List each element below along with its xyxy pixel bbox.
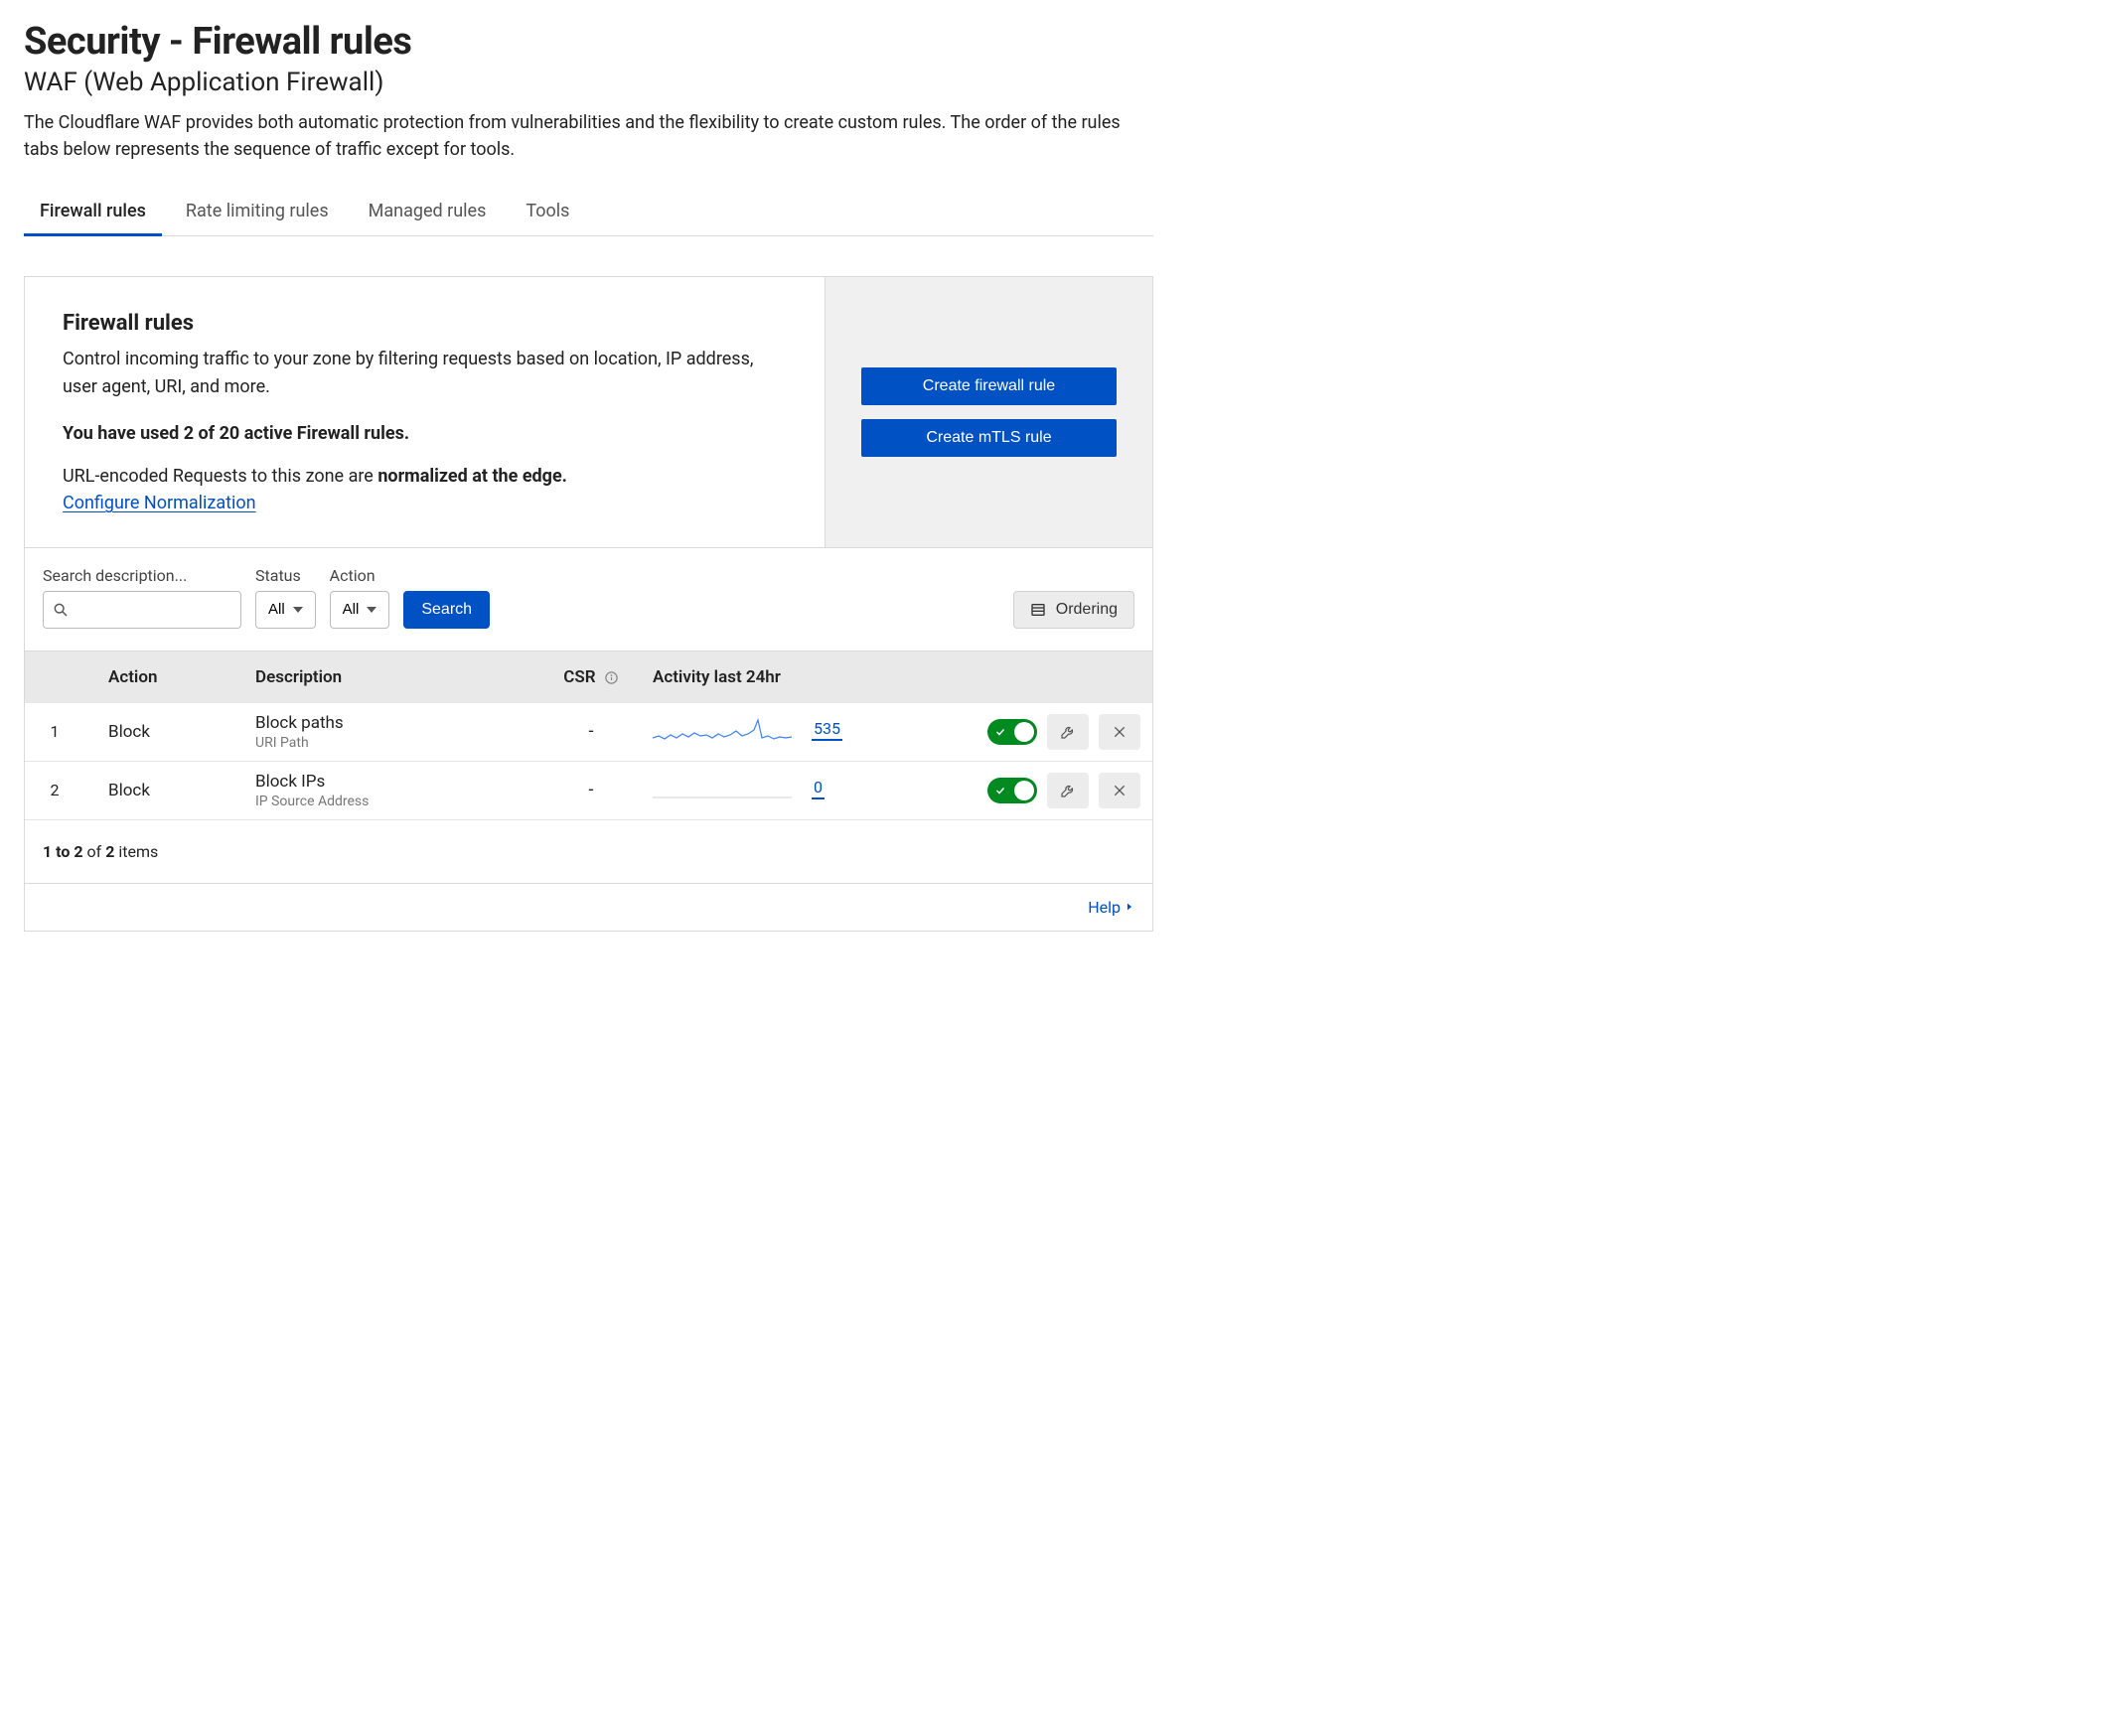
ordering-label: Ordering <box>1056 601 1118 619</box>
status-select[interactable]: All <box>255 591 316 629</box>
panel-intro: Control incoming traffic to your zone by… <box>63 346 787 401</box>
info-icon[interactable] <box>604 670 619 685</box>
create-mtls-rule-button[interactable]: Create mTLS rule <box>861 419 1117 457</box>
search-icon <box>53 602 69 618</box>
delete-rule-button[interactable] <box>1099 773 1140 808</box>
col-csr-label: CSR <box>563 667 595 687</box>
activity-count-link[interactable]: 535 <box>812 719 842 741</box>
tab-bar: Firewall rules Rate limiting rules Manag… <box>24 191 1153 236</box>
tab-rate-limiting-rules[interactable]: Rate limiting rules <box>186 191 329 235</box>
col-description: Description <box>243 651 541 703</box>
firewall-rules-card: Firewall rules Control incoming traffic … <box>24 276 1153 932</box>
row-action: Block <box>84 761 243 819</box>
row-desc-sub: IP Source Address <box>255 794 529 809</box>
close-icon <box>1112 783 1128 798</box>
ordering-button[interactable]: Ordering <box>1013 591 1134 629</box>
normalization-line: URL-encoded Requests to this zone are no… <box>63 466 787 487</box>
action-label: Action <box>330 566 390 585</box>
chevron-down-icon <box>293 607 303 613</box>
action-select[interactable]: All <box>330 591 390 629</box>
help-label: Help <box>1088 898 1121 917</box>
chevron-down-icon <box>367 607 376 613</box>
col-csr: CSR <box>541 651 641 703</box>
enable-toggle[interactable] <box>987 719 1037 745</box>
wrench-icon <box>1059 723 1077 741</box>
search-input[interactable] <box>43 591 241 629</box>
row-action: Block <box>84 703 243 762</box>
delete-rule-button[interactable] <box>1099 714 1140 750</box>
usage-line: You have used 2 of 20 active Firewall ru… <box>63 423 787 444</box>
row-desc-title: Block IPs <box>255 772 529 792</box>
configure-normalization-link[interactable]: Configure Normalization <box>63 493 256 513</box>
row-index: 1 <box>25 703 84 762</box>
check-icon <box>994 785 1006 796</box>
page-description: The Cloudflare WAF provides both automat… <box>24 109 1153 163</box>
row-desc-title: Block paths <box>255 713 529 733</box>
enable-toggle[interactable] <box>987 778 1037 803</box>
sparkline-icon <box>653 775 792 802</box>
chevron-right-icon <box>1125 901 1134 913</box>
col-action: Action <box>84 651 243 703</box>
action-value: All <box>343 601 360 618</box>
pagination-summary: 1 to 2 of 2 items <box>43 842 158 861</box>
table-row: 1 Block Block paths URI Path - 535 <box>25 703 1152 762</box>
tab-managed-rules[interactable]: Managed rules <box>369 191 487 235</box>
normalization-bold: normalized at the edge. <box>377 466 567 487</box>
edit-rule-button[interactable] <box>1047 714 1089 750</box>
activity-count-link[interactable]: 0 <box>812 778 825 799</box>
help-link[interactable]: Help <box>1088 898 1134 917</box>
row-index: 2 <box>25 761 84 819</box>
row-csr: - <box>541 703 641 762</box>
normalization-prefix: URL-encoded Requests to this zone are <box>63 466 377 487</box>
row-csr: - <box>541 761 641 819</box>
edit-rule-button[interactable] <box>1047 773 1089 808</box>
status-label: Status <box>255 566 316 585</box>
col-activity: Activity last 24hr <box>641 651 899 703</box>
list-icon <box>1030 602 1046 618</box>
table-row: 2 Block Block IPs IP Source Address - 0 <box>25 761 1152 819</box>
check-icon <box>994 726 1006 738</box>
panel-title: Firewall rules <box>63 311 787 336</box>
tab-tools[interactable]: Tools <box>526 191 569 235</box>
search-label: Search description... <box>43 566 241 585</box>
page-subtitle: WAF (Web Application Firewall) <box>24 68 1153 97</box>
status-value: All <box>268 601 285 618</box>
close-icon <box>1112 724 1128 740</box>
row-desc-sub: URI Path <box>255 735 529 751</box>
rules-table: Action Description CSR Activity last 24h… <box>25 651 1152 820</box>
tab-firewall-rules[interactable]: Firewall rules <box>40 191 146 235</box>
sparkline-icon <box>653 716 792 744</box>
wrench-icon <box>1059 782 1077 799</box>
create-firewall-rule-button[interactable]: Create firewall rule <box>861 367 1117 405</box>
page-title: Security - Firewall rules <box>24 20 1153 64</box>
search-button[interactable]: Search <box>403 591 490 629</box>
rules-toolbar: Search description... Status All Action … <box>25 547 1152 651</box>
